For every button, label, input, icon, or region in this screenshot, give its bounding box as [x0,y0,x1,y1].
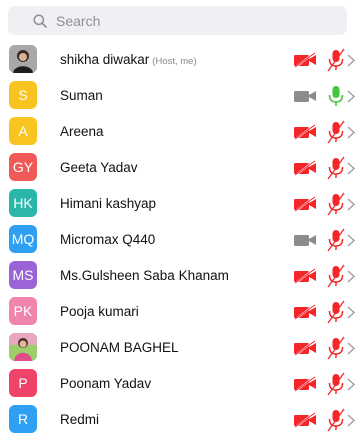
mic-muted-icon[interactable] [326,264,346,288]
camera-off-icon[interactable] [293,340,317,356]
search-icon [33,13,47,28]
mic-muted-icon[interactable] [326,408,346,432]
avatar-photo-icon [9,333,37,361]
participant-row[interactable]: S Suman [0,79,357,115]
mic-muted-icon[interactable] [326,156,346,180]
camera-off-icon[interactable] [293,124,317,140]
chevron-right-icon [347,90,355,103]
mic-muted-icon[interactable] [326,228,346,252]
chevron-right-icon [347,126,355,139]
avatar-initials: R [17,411,29,427]
avatar-initials: PK [13,303,33,319]
host-tag: (Host, me) [152,56,197,67]
chevron-right-icon [347,162,355,175]
participant-avatar: MQ [9,225,37,253]
participant-row[interactable]: shikha diwakar (Host, me) [0,43,357,79]
camera-off-icon[interactable] [293,412,317,428]
participant-name: Pooja kumari [60,304,139,319]
avatar-initials: MQ [11,231,35,247]
participant-avatar: R [9,405,37,433]
chevron-right-icon [347,414,355,427]
mic-muted-icon[interactable] [326,192,346,216]
participant-name: Suman [60,88,103,103]
camera-off-icon[interactable] [293,304,317,320]
participant-name: POONAM BAGHEL [60,340,179,355]
participant-row[interactable]: A Areena [0,115,357,151]
mic-muted-icon[interactable] [326,300,346,324]
participant-name: Micromax Q440 [60,232,156,247]
participant-avatar [9,45,37,73]
chevron-right-icon [347,306,355,319]
participant-avatar [9,333,37,361]
participant-list: shikha diwakar (Host, me) S Suman A Areen… [0,43,357,439]
camera-off-icon[interactable] [293,52,317,68]
search-input[interactable] [56,12,316,29]
mic-muted-icon[interactable] [326,48,346,72]
participant-row[interactable]: GY Geeta Yadav [0,151,357,187]
participant-avatar: A [9,117,37,145]
participant-row[interactable]: PK Pooja kumari [0,295,357,331]
camera-off-icon[interactable] [293,88,317,104]
avatar-initials: S [18,87,28,103]
participant-avatar: MS [9,261,37,289]
avatar-photo-icon [9,45,37,73]
camera-off-icon[interactable] [293,376,317,392]
participant-name: Geeta Yadav [60,160,138,175]
chevron-right-icon [347,234,355,247]
mic-muted-icon[interactable] [326,336,346,360]
camera-off-icon[interactable] [293,268,317,284]
participant-name: Himani kashyap [60,196,157,211]
participant-name: Ms.Gulsheen Saba Khanam [60,268,229,283]
participant-row[interactable]: POONAM BAGHEL [0,331,357,367]
chevron-right-icon [347,270,355,283]
participant-row[interactable]: MS Ms.Gulsheen Saba Khanam [0,259,357,295]
participant-row[interactable]: MQ Micromax Q440 [0,223,357,259]
participant-avatar: GY [9,153,37,181]
participant-row[interactable]: R Redmi [0,403,357,439]
chevron-right-icon [347,198,355,211]
participant-avatar: P [9,369,37,397]
participant-name: shikha diwakar (Host, me) [60,52,197,67]
participant-row[interactable]: HK Himani kashyap [0,187,357,223]
avatar-initials: P [18,375,28,391]
avatar-initials: MS [12,267,34,283]
avatar-initials: GY [12,159,34,175]
participant-avatar: PK [9,297,37,325]
avatar-initials: A [18,123,28,139]
avatar-initials: HK [13,195,33,211]
chevron-right-icon [347,54,355,67]
participant-name: Areena [60,124,104,139]
camera-off-icon[interactable] [293,196,317,212]
mic-muted-icon[interactable] [326,372,346,396]
search-bar[interactable] [8,6,347,35]
mic-on-icon[interactable] [326,84,346,108]
chevron-right-icon [347,342,355,355]
participant-avatar: HK [9,189,37,217]
participants-screen: shikha diwakar(Host, me) S Suman A Areen… [0,0,357,439]
participant-name: Redmi [60,412,100,427]
mic-muted-icon[interactable] [326,120,346,144]
camera-off-icon[interactable] [293,160,317,176]
participant-row[interactable]: P Poonam Yadav [0,367,357,403]
participant-name: Poonam Yadav [60,376,152,391]
chevron-right-icon [347,378,355,391]
participant-avatar: S [9,81,37,109]
camera-off-icon[interactable] [293,232,317,248]
